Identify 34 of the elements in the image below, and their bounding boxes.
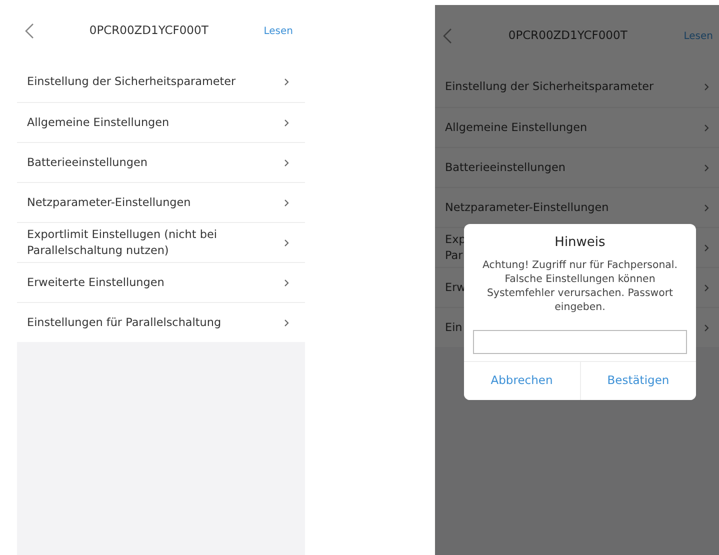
screen-title: 0PCR00ZD1YCF000T	[88, 22, 210, 40]
menu-item[interactable]: Einstellung der Sicherheitsparameter	[17, 62, 305, 102]
menu-item[interactable]: Batterieeinstellungen	[435, 147, 719, 187]
chevron-icon	[284, 78, 289, 86]
chevron-icon	[284, 158, 289, 166]
chevron-icon	[704, 204, 709, 212]
chevron-icon	[284, 318, 289, 326]
back-icon[interactable]	[443, 28, 452, 44]
read-link[interactable]: Lesen	[684, 28, 713, 44]
menu-item[interactable]: Allgemeine Einstellungen	[17, 102, 305, 142]
menu-item[interactable]: Einstellungen für Parallelschaltung	[17, 302, 305, 342]
chevron-icon	[704, 124, 709, 132]
menu-item[interactable]: Erweiterte Einstellungen	[17, 262, 305, 302]
password-field[interactable]	[473, 330, 687, 354]
chevron-icon	[704, 324, 709, 332]
screen-title: 0PCR00ZD1YCF000T	[507, 27, 628, 44]
read-link[interactable]: Lesen	[264, 24, 293, 38]
dialog-message: Achtung! Zugriff nur für Fachpersonal. Falsche Einstellungen können Systemfehler verursachen. Passwort eingeben.	[482, 258, 678, 316]
menu-item[interactable]: Einstellung der Sicherheitsparameter	[435, 67, 719, 107]
menu-item[interactable]: Batterieeinstellungen	[17, 142, 305, 182]
chevron-icon	[284, 278, 289, 286]
chevron-icon	[284, 238, 289, 246]
chevron-icon	[284, 198, 289, 206]
chevron-icon	[704, 284, 709, 292]
chevron-icon	[704, 164, 709, 172]
menu-item[interactable]: Netzparameter-Einstellungen	[17, 182, 305, 222]
menu-item[interactable]: Exportlimit Einstellugen (nicht bei Parallelschaltung nutzen)	[17, 222, 305, 262]
dialog-title: Hinweis	[554, 234, 606, 252]
dialog-button[interactable]: Bestätigen	[580, 362, 696, 400]
chevron-icon	[704, 244, 709, 252]
menu-item[interactable]: Allgemeine Einstellungen	[435, 107, 719, 147]
chevron-icon	[704, 83, 709, 91]
back-icon[interactable]	[25, 23, 34, 39]
chevron-icon	[284, 118, 289, 126]
